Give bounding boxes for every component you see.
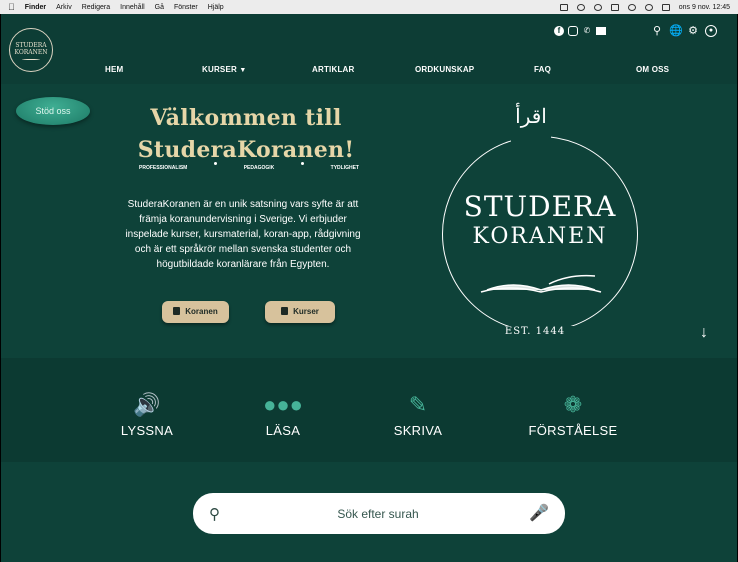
menu-innehall[interactable]: Innehåll bbox=[120, 4, 145, 11]
reading-people-icon: ●●● bbox=[263, 392, 303, 417]
skill-lasa-label: LÄSA bbox=[265, 423, 301, 438]
status-area: ons 9 nov. 12:45 bbox=[559, 3, 730, 11]
kurser-button[interactable]: Kurser bbox=[265, 301, 335, 323]
status-icon-1[interactable] bbox=[559, 3, 568, 11]
menu-ga[interactable]: Gå bbox=[155, 4, 164, 11]
brain-icon: ❁ bbox=[563, 392, 583, 417]
nav-item-ordkunskap[interactable]: ORDKUNSKAP bbox=[415, 65, 474, 74]
pillar-tydlighet: TYDLIGHET bbox=[330, 165, 359, 171]
scroll-down-icon[interactable]: ↓ bbox=[700, 324, 708, 342]
support-button[interactable]: Stöd oss bbox=[16, 97, 90, 125]
menu-redigera[interactable]: Redigera bbox=[82, 4, 110, 11]
open-book-icon bbox=[480, 274, 602, 293]
bluetooth-icon[interactable] bbox=[593, 3, 602, 11]
skill-skriva-label: SKRIVA bbox=[393, 423, 443, 438]
status-icon-2[interactable] bbox=[576, 3, 585, 11]
library-icon bbox=[281, 307, 289, 315]
social-links: f ✆ bbox=[554, 26, 606, 36]
logo-line2: KORANEN bbox=[14, 49, 48, 56]
emblem-line1: STUDERA bbox=[463, 190, 617, 223]
skill-forstaelse[interactable]: ❁ FÖRSTÅELSE bbox=[513, 392, 633, 440]
skill-lasa[interactable]: ●●● LÄSA bbox=[223, 392, 343, 440]
pillar-professionalism: PROFESSIONALISM bbox=[139, 165, 188, 171]
separator-dot bbox=[300, 162, 304, 165]
emblem-line2: KORANEN bbox=[472, 224, 608, 249]
logo-book-icon bbox=[22, 58, 40, 60]
menu-hjalp[interactable]: Hjälp bbox=[208, 4, 224, 11]
search-icon[interactable]: ⚲ bbox=[209, 505, 220, 523]
apple-icon[interactable]:  bbox=[8, 2, 15, 12]
spotlight-icon[interactable] bbox=[644, 3, 653, 11]
header-tools: ⚲ 🌐 ⚙ ● bbox=[651, 25, 717, 37]
welcome-line1: Välkommen till bbox=[150, 105, 342, 131]
hero-section: Stöd oss Välkommen till StuderaKoranen! … bbox=[1, 84, 737, 358]
speaker-icon: 🔊 bbox=[133, 392, 161, 417]
user-icon[interactable]: ● bbox=[705, 25, 717, 37]
menu-arkiv[interactable]: Arkiv bbox=[56, 4, 72, 11]
search-section: ⚲ 🎤 bbox=[1, 462, 737, 562]
chevron-down-icon: ▼ bbox=[239, 67, 247, 74]
site-header: STUDERA KORANEN f ✆ ⚲ 🌐 ⚙ ● HEM KURSER ▼… bbox=[1, 14, 737, 84]
browser-page: STUDERA KORANEN f ✆ ⚲ 🌐 ⚙ ● HEM KURSER ▼… bbox=[1, 14, 737, 562]
emblem-arabic: اقرأ bbox=[511, 104, 551, 144]
main-nav: HEM KURSER ▼ ARTIKLAR ORDKUNSKAP FAQ OM … bbox=[1, 65, 737, 77]
control-center-icon[interactable] bbox=[661, 3, 670, 11]
search-icon[interactable]: ⚲ bbox=[651, 25, 663, 37]
intro-text: StuderaKoranen är en unik satsning vars … bbox=[125, 199, 361, 270]
separator-dot bbox=[214, 162, 218, 165]
nav-item-om-oss[interactable]: OM OSS bbox=[636, 65, 669, 74]
gear-icon[interactable]: ⚙ bbox=[687, 25, 699, 37]
battery-icon[interactable] bbox=[610, 3, 619, 11]
book-icon bbox=[173, 307, 181, 315]
skill-lyssna[interactable]: 🔊 LYSSNA bbox=[87, 392, 207, 440]
skills-section: 🔊 LYSSNA ●●● LÄSA ✎ SKRIVA ❁ FÖRSTÅELSE bbox=[1, 358, 737, 462]
koranen-button[interactable]: Koranen bbox=[162, 301, 229, 323]
pencil-icon: ✎ bbox=[408, 392, 428, 417]
nav-item-faq[interactable]: FAQ bbox=[534, 65, 551, 74]
nav-item-artiklar[interactable]: ARTIKLAR bbox=[312, 65, 354, 74]
mail-icon[interactable] bbox=[596, 27, 606, 35]
nav-item-hem[interactable]: HEM bbox=[105, 65, 123, 74]
menubar-clock[interactable]: ons 9 nov. 12:45 bbox=[679, 4, 730, 11]
macos-menubar:  Finder Arkiv Redigera Innehåll Gå Föns… bbox=[0, 0, 738, 14]
surah-search-input[interactable] bbox=[243, 501, 513, 527]
emblem-est: EST. 1444 bbox=[495, 326, 575, 337]
pillar-pedagogik: PEDAGOGIK bbox=[243, 165, 275, 171]
nav-item-kurser[interactable]: KURSER ▼ bbox=[202, 65, 247, 74]
welcome-heading: Välkommen till StuderaKoranen! bbox=[111, 102, 381, 166]
welcome-line2: StuderaKoranen! bbox=[137, 137, 355, 163]
globe-icon[interactable]: 🌐 bbox=[669, 25, 683, 37]
skill-lyssna-label: LYSSNA bbox=[120, 423, 174, 438]
surah-search-bar: ⚲ 🎤 bbox=[193, 493, 565, 534]
koranen-button-label: Koranen bbox=[185, 307, 218, 316]
emblem-title: STUDERA KORANEN bbox=[442, 192, 638, 252]
pillars: PROFESSIONALISM PEDAGOGIK TYDLIGHET bbox=[139, 162, 359, 171]
menu-app-name[interactable]: Finder bbox=[25, 4, 46, 11]
wifi-icon[interactable] bbox=[627, 3, 636, 11]
nav-item-kurser-label: KURSER bbox=[202, 65, 237, 74]
kurser-button-label: Kurser bbox=[293, 307, 319, 316]
instagram-icon[interactable] bbox=[568, 26, 578, 36]
skill-forstaelse-label: FÖRSTÅELSE bbox=[528, 423, 618, 438]
microphone-icon[interactable]: 🎤 bbox=[529, 503, 549, 523]
phone-icon[interactable]: ✆ bbox=[582, 26, 592, 36]
menu-fonster[interactable]: Fönster bbox=[174, 4, 198, 11]
logo-line1: STUDERA bbox=[15, 42, 47, 49]
facebook-icon[interactable]: f bbox=[554, 26, 564, 36]
skill-skriva[interactable]: ✎ SKRIVA bbox=[358, 392, 478, 440]
